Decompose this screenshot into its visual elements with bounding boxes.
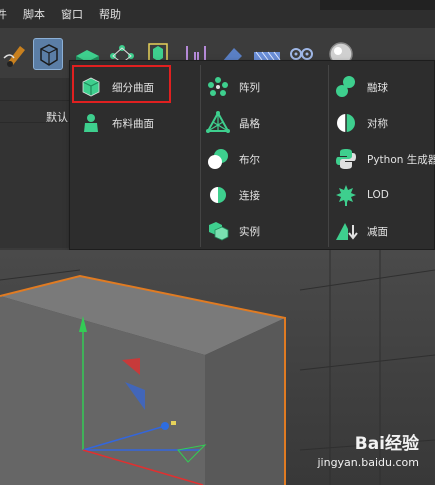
- array-icon: [205, 74, 231, 100]
- menu-item-label: Python 生成器: [367, 153, 435, 166]
- menu-item-label: 阵列: [239, 81, 260, 94]
- menu-item-label: 布料曲面: [112, 117, 154, 130]
- menu-item-lod[interactable]: LOD: [333, 181, 389, 209]
- menu-item-label: LOD: [367, 189, 389, 201]
- menu-bar: 件 脚本 窗口 帮助: [0, 0, 435, 29]
- menu-item-label: 连接: [239, 189, 260, 202]
- object-manager-panel: [0, 78, 72, 248]
- origin-marker: [171, 421, 176, 425]
- menu-item-label: 布尔: [239, 153, 260, 166]
- default-label: 默认: [46, 111, 68, 124]
- menu-item-window[interactable]: 窗口: [53, 6, 91, 22]
- menu-item-connect[interactable]: 连接: [205, 181, 260, 209]
- menu-item-file[interactable]: 件: [0, 6, 15, 22]
- cloth-surface-icon: [78, 110, 104, 136]
- dropdown-column-2: 阵列 晶格 布尔 连接 实例: [201, 61, 331, 251]
- connect-icon: [205, 182, 231, 208]
- boolean-icon: [205, 146, 231, 172]
- python-generator-icon: [333, 146, 359, 172]
- pen-tool-icon[interactable]: [2, 38, 32, 70]
- menu-item-array[interactable]: 阵列: [205, 73, 260, 101]
- 3d-viewport[interactable]: Bai经验 jingyan.baidu.com: [0, 250, 435, 485]
- baidu-jingyan-watermark: Bai经验 jingyan.baidu.com: [317, 429, 419, 469]
- menu-item-label: 融球: [367, 81, 388, 94]
- dropdown-column-1: 细分曲面 布料曲面: [70, 61, 200, 251]
- lattice-icon: [205, 110, 231, 136]
- dropdown-column-3: 融球 对称 Python 生成器 LOD 减面: [329, 61, 435, 251]
- subdivision-surface-tool-icon[interactable]: [33, 38, 63, 70]
- lod-icon: [333, 182, 359, 208]
- metaball-icon: [333, 74, 359, 100]
- menu-item-metaball[interactable]: 融球: [333, 73, 388, 101]
- menu-item-python-generator[interactable]: Python 生成器: [333, 145, 435, 173]
- menu-item-label: 对称: [367, 117, 388, 130]
- menu-item-instance[interactable]: 实例: [205, 217, 260, 245]
- panel-row: [0, 78, 72, 101]
- menu-item-symmetry[interactable]: 对称: [333, 109, 388, 137]
- menu-item-boolean[interactable]: 布尔: [205, 145, 260, 173]
- menu-item-label: 实例: [239, 225, 260, 238]
- polygon-reduction-icon: [333, 218, 359, 244]
- watermark-logo: Bai经验: [354, 434, 419, 454]
- title-bar-region: [320, 0, 435, 10]
- watermark-url: jingyan.baidu.com: [317, 456, 419, 469]
- selection-highlight-box: [72, 65, 171, 103]
- axis-origin-handle: [161, 422, 169, 430]
- instance-icon: [205, 218, 231, 244]
- generator-dropdown-menu: 细分曲面 布料曲面 阵列 晶格 布尔 连接 实例 融球 对称 Python 生成…: [69, 60, 435, 250]
- menu-item-label: 晶格: [239, 117, 260, 130]
- menu-item-cloth-surface[interactable]: 布料曲面: [78, 109, 154, 137]
- menu-item-script[interactable]: 脚本: [15, 6, 53, 22]
- symmetry-icon: [333, 110, 359, 136]
- menu-item-polygon-reduction[interactable]: 减面: [333, 217, 388, 245]
- menu-item-label: 减面: [367, 225, 388, 238]
- menu-item-help[interactable]: 帮助: [91, 6, 129, 22]
- menu-item-lattice[interactable]: 晶格: [205, 109, 260, 137]
